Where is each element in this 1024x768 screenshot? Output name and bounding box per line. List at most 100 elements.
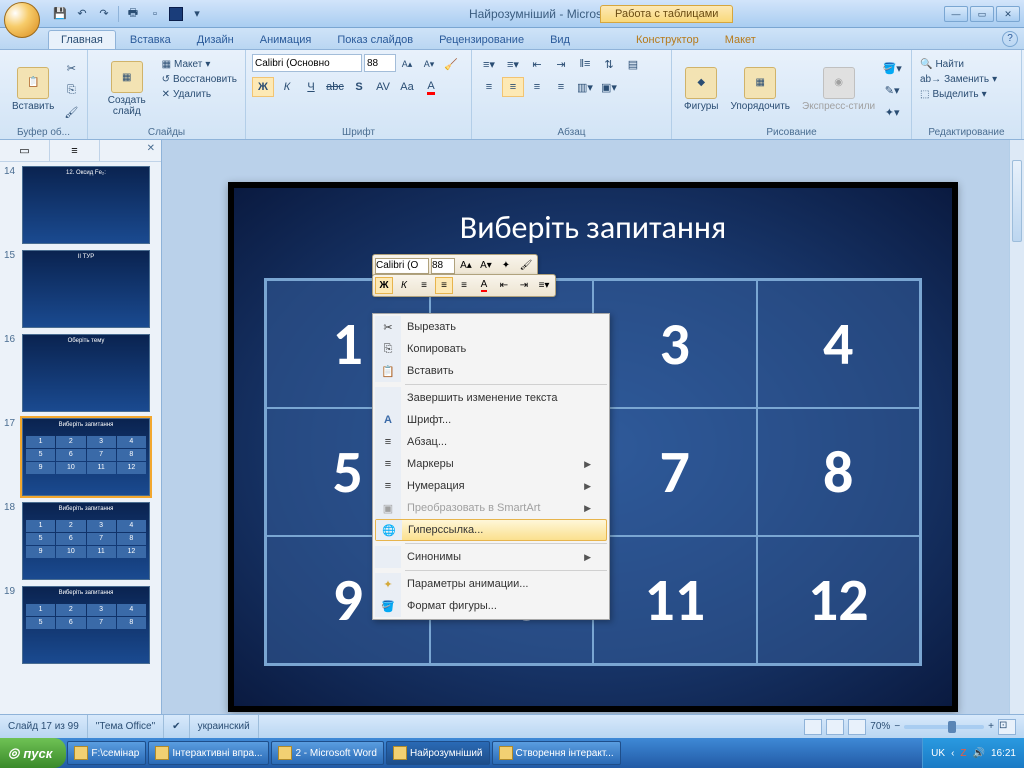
tab-view[interactable]: Вид: [538, 31, 582, 49]
vertical-scrollbar[interactable]: [1009, 140, 1024, 722]
tab-table-design[interactable]: Конструктор: [624, 31, 711, 49]
layout-button[interactable]: ▦ Макет ▾: [160, 58, 239, 71]
mini-format-painter-icon[interactable]: 🖌: [517, 257, 535, 274]
indent-inc-icon[interactable]: ⇥: [550, 54, 572, 74]
mini-align-left-icon[interactable]: ≡: [415, 277, 433, 294]
zoom-out-icon[interactable]: −: [894, 721, 900, 732]
mini-font-color-icon[interactable]: A: [475, 277, 493, 294]
sorter-view-icon[interactable]: [826, 719, 844, 735]
help-icon[interactable]: ?: [1002, 31, 1018, 47]
shapes-button[interactable]: ◆Фигуры: [678, 54, 724, 124]
status-theme[interactable]: "Тема Office": [88, 715, 164, 738]
select-button[interactable]: ⬚ Выделить ▾: [918, 88, 1015, 101]
slides-tab-icon[interactable]: ▭: [0, 140, 50, 161]
tray-icon[interactable]: 🔊: [973, 748, 985, 759]
font-name-combo[interactable]: [252, 54, 362, 72]
thumbnail[interactable]: 16Оберіть тему: [4, 334, 157, 412]
mini-bullets-icon[interactable]: ≡▾: [535, 277, 553, 294]
taskbar-item[interactable]: F:\семінар: [67, 741, 146, 765]
table-cell[interactable]: 3: [593, 280, 757, 408]
table-cell[interactable]: 8: [757, 408, 921, 536]
tray-lang[interactable]: UK: [931, 748, 945, 759]
strike-button[interactable]: abc: [324, 77, 346, 97]
align-text-icon[interactable]: ▤: [622, 54, 644, 74]
change-case-icon[interactable]: Aa: [396, 77, 418, 97]
system-tray[interactable]: UK ‹ Z 🔊 16:21: [922, 738, 1024, 768]
start-button[interactable]: ◎ пуск: [0, 738, 66, 768]
quick-styles-button[interactable]: ◉Экспресс-стили: [796, 54, 881, 124]
tab-slideshow[interactable]: Показ слайдов: [325, 31, 425, 49]
thumb-preview[interactable]: II ТУР: [22, 250, 150, 328]
mini-size-combo[interactable]: [431, 258, 455, 274]
align-center-icon[interactable]: ≡: [502, 77, 524, 97]
mini-bold-button[interactable]: Ж: [375, 277, 393, 294]
table-cell[interactable]: 12: [757, 536, 921, 664]
new-icon[interactable]: ▫: [147, 6, 163, 22]
mini-grow-font-icon[interactable]: A▴: [457, 257, 475, 274]
text-direction-icon[interactable]: ⇅: [598, 54, 620, 74]
thumb-preview[interactable]: Оберіть тему: [22, 334, 150, 412]
find-button[interactable]: 🔍 Найти: [918, 58, 1015, 71]
status-slide-number[interactable]: Слайд 17 из 99: [0, 715, 88, 738]
normal-view-icon[interactable]: [804, 719, 822, 735]
taskbar-item[interactable]: Інтерактивні впра...: [148, 741, 269, 765]
grow-font-icon[interactable]: A▴: [396, 54, 418, 74]
taskbar-item[interactable]: Найрозумніший: [386, 741, 490, 765]
cut-icon[interactable]: ✂: [60, 58, 82, 78]
minimize-button[interactable]: —: [944, 6, 968, 22]
char-spacing-icon[interactable]: AV: [372, 77, 394, 97]
tray-arrow-icon[interactable]: ‹: [951, 748, 954, 759]
mini-align-center-icon[interactable]: ≡: [435, 277, 453, 294]
thumbnail[interactable]: 18Виберіть запитання123456789101112: [4, 502, 157, 580]
slideshow-view-icon[interactable]: [848, 719, 866, 735]
italic-button[interactable]: К: [276, 77, 298, 97]
columns-icon[interactable]: ▥▾: [574, 77, 596, 97]
ctx-paste[interactable]: 📋Вставить: [375, 360, 607, 382]
ctx-copy[interactable]: ⎘Копировать: [375, 338, 607, 360]
tab-review[interactable]: Рецензирование: [427, 31, 536, 49]
taskbar-item[interactable]: Створення інтеракт...: [492, 741, 621, 765]
fit-window-icon[interactable]: ⊡: [998, 719, 1016, 735]
indent-dec-icon[interactable]: ⇤: [526, 54, 548, 74]
copy-icon[interactable]: ⎘: [60, 80, 82, 100]
mini-align-right-icon[interactable]: ≡: [455, 277, 473, 294]
align-right-icon[interactable]: ≡: [526, 77, 548, 97]
status-language[interactable]: украинский: [190, 715, 259, 738]
tray-icon[interactable]: Z: [960, 748, 966, 759]
undo-icon[interactable]: ↶: [74, 6, 90, 22]
line-spacing-icon[interactable]: ‖≡: [574, 54, 596, 74]
color-icon[interactable]: [169, 7, 183, 21]
outline-tab-icon[interactable]: ≡: [50, 140, 100, 161]
paste-button[interactable]: 📋 Вставить: [6, 54, 60, 124]
tab-home[interactable]: Главная: [48, 30, 116, 49]
mini-indent-dec-icon[interactable]: ⇤: [495, 277, 513, 294]
ctx-numbering[interactable]: ≡Нумерация▶: [375, 475, 607, 497]
thumbnail[interactable]: 19Виберіть запитання12345678: [4, 586, 157, 664]
underline-button[interactable]: Ч: [300, 77, 322, 97]
shape-effects-icon[interactable]: ✦▾: [881, 102, 903, 122]
format-painter-icon[interactable]: 🖌: [60, 102, 82, 122]
shrink-font-icon[interactable]: A▾: [418, 54, 440, 74]
smartart-icon[interactable]: ▣▾: [598, 77, 620, 97]
tab-table-layout[interactable]: Макет: [713, 31, 768, 49]
thumb-preview[interactable]: Виберіть запитання123456789101112: [22, 418, 150, 496]
panel-close-icon[interactable]: ✕: [141, 140, 161, 161]
tab-animation[interactable]: Анимация: [248, 31, 324, 49]
qat-more-icon[interactable]: ▾: [189, 6, 205, 22]
save-icon[interactable]: 💾: [52, 6, 68, 22]
redo-icon[interactable]: ↷: [96, 6, 112, 22]
bullets-icon[interactable]: ≡▾: [478, 54, 500, 74]
replace-button[interactable]: ab→ Заменить ▾: [918, 73, 1015, 86]
clear-format-icon[interactable]: 🧹: [440, 54, 462, 74]
taskbar-item[interactable]: 2 - Microsoft Word: [271, 741, 384, 765]
arrange-button[interactable]: ▦Упорядочить: [724, 54, 796, 124]
office-button[interactable]: [4, 2, 40, 38]
ctx-hyperlink[interactable]: 🌐Гиперссылка...: [375, 519, 607, 541]
mini-shrink-font-icon[interactable]: A▾: [477, 257, 495, 274]
table-cell[interactable]: 11: [593, 536, 757, 664]
mini-italic-button[interactable]: К: [395, 277, 413, 294]
justify-icon[interactable]: ≡: [550, 77, 572, 97]
tab-insert[interactable]: Вставка: [118, 31, 183, 49]
thumb-preview[interactable]: 12. Оксид Fe₂:: [22, 166, 150, 244]
close-button[interactable]: ✕: [996, 6, 1020, 22]
